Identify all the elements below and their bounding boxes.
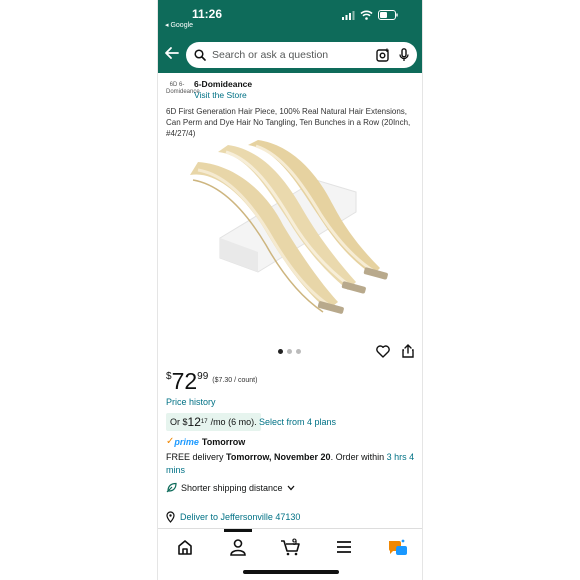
delivery-date: Tomorrow, November 20 xyxy=(226,452,331,462)
delivery-order-within: . Order within xyxy=(330,452,387,462)
signal-icon xyxy=(342,10,355,20)
search-input[interactable]: Search or ask a question xyxy=(212,49,376,61)
cart-icon[interactable]: 9 xyxy=(279,537,303,557)
account-icon[interactable] xyxy=(226,537,250,557)
location-pin-icon xyxy=(166,511,175,523)
share-icon[interactable] xyxy=(402,344,414,358)
monthly-suffix: /mo (6 mo). xyxy=(210,417,257,427)
home-indicator xyxy=(243,570,339,574)
select-plans-link[interactable]: Select from 4 plans xyxy=(259,417,336,427)
chevron-down-icon xyxy=(287,485,295,490)
camera-search-icon[interactable] xyxy=(376,48,390,62)
carousel-dot-3[interactable] xyxy=(296,349,301,354)
rufus-assistant-icon[interactable] xyxy=(385,537,409,557)
search-icon xyxy=(194,49,206,61)
leaf-icon xyxy=(166,482,177,493)
store-logo[interactable]: 6D 6-Domideance xyxy=(166,82,200,97)
carousel-dot-2[interactable] xyxy=(287,349,292,354)
monthly-payment-badge: Or $ 12 17 /mo (6 mo). xyxy=(166,413,261,431)
delivery-text: FREE delivery xyxy=(166,452,227,462)
deliver-to-label: Deliver to Jeffersonville 47130 xyxy=(180,512,301,522)
image-carousel-dots[interactable] xyxy=(278,349,301,354)
product-image[interactable] xyxy=(178,140,408,330)
monthly-fraction: 17 xyxy=(200,419,208,425)
phone-screen: 11:26 ◂ Google Search or ask a question … xyxy=(157,0,423,580)
carousel-dot-1[interactable] xyxy=(278,349,283,354)
search-bar[interactable]: Search or ask a question xyxy=(186,42,417,68)
shorter-shipping-toggle[interactable]: Shorter shipping distance xyxy=(166,482,295,493)
heart-icon[interactable] xyxy=(376,345,390,358)
back-to-google-link[interactable]: ◂ Google xyxy=(165,21,193,29)
deliver-to-link[interactable]: Deliver to Jeffersonville 47130 xyxy=(166,511,300,523)
store-name: 6-Domideance xyxy=(194,79,253,89)
prime-logo: prime xyxy=(174,436,199,447)
monthly-prefix: Or $ xyxy=(170,417,188,427)
price-whole: 72 xyxy=(171,368,198,394)
price-history-link[interactable]: Price history xyxy=(166,397,216,407)
price-fraction: 99 xyxy=(197,371,209,382)
cart-count: 9 xyxy=(292,537,297,547)
product-title: 6D First Generation Hair Piece, 100% Rea… xyxy=(166,107,411,138)
visit-store-link[interactable]: Visit the Store xyxy=(194,90,247,100)
home-icon[interactable] xyxy=(173,537,197,557)
shorter-shipping-label: Shorter shipping distance xyxy=(181,482,283,493)
app-header: 11:26 ◂ Google Search or ask a question xyxy=(158,0,422,73)
status-time: 11:26 xyxy=(192,7,223,21)
back-arrow-icon[interactable] xyxy=(164,45,180,61)
microphone-icon[interactable] xyxy=(399,48,409,62)
price-per-unit: ($7.30 / count) xyxy=(212,377,258,384)
wifi-icon xyxy=(360,10,373,20)
price: $ 72 99 ($7.30 / count) xyxy=(166,368,257,394)
delivery-info: FREE delivery Tomorrow, November 20. Ord… xyxy=(166,451,421,477)
status-icons xyxy=(342,10,398,20)
active-tab-indicator xyxy=(224,529,252,532)
monthly-whole: 12 xyxy=(187,415,201,429)
battery-icon xyxy=(378,10,398,20)
prime-label: Tomorrow xyxy=(201,436,246,447)
menu-icon[interactable] xyxy=(332,537,356,557)
prime-delivery: ✓ prime Tomorrow xyxy=(166,436,245,447)
